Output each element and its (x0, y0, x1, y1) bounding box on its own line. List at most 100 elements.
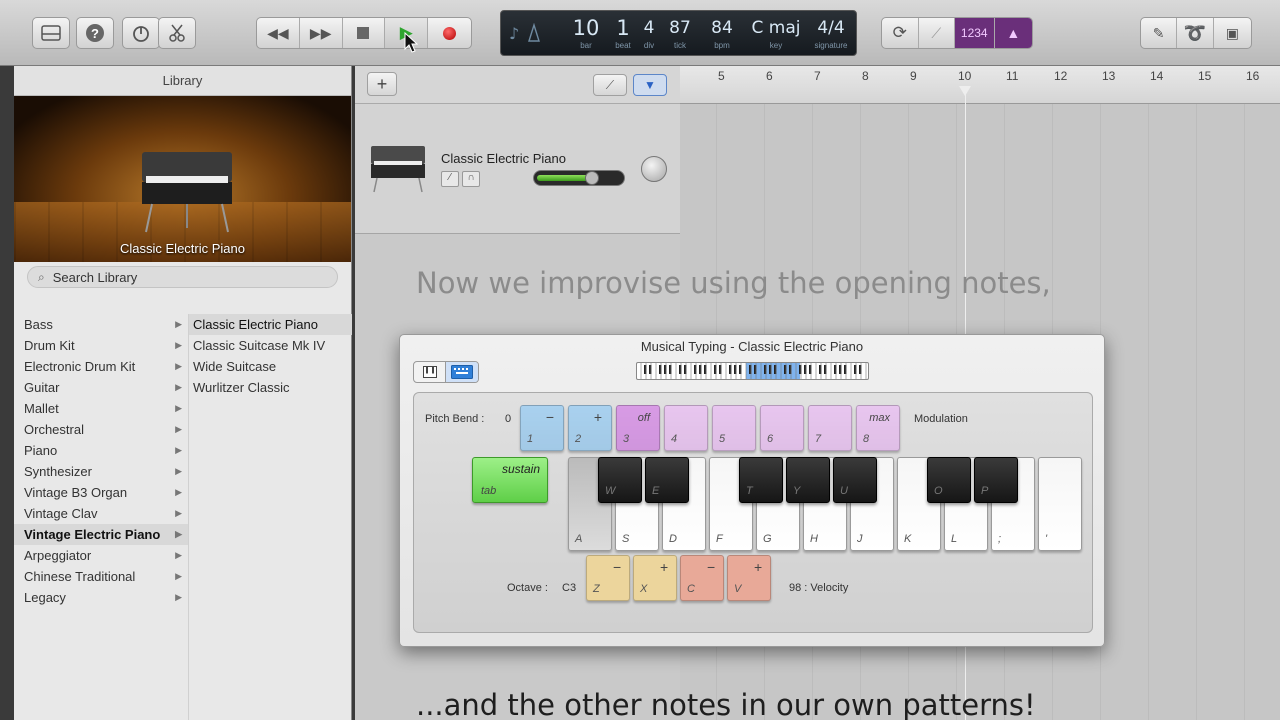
grid-line (1196, 104, 1197, 720)
playhead-handle-icon[interactable] (959, 86, 971, 96)
forward-button[interactable]: ▶▶ (300, 18, 343, 48)
number-key-2[interactable]: +2 (568, 405, 612, 451)
media-browser-button[interactable]: ▣ (1214, 18, 1251, 48)
black-key-7[interactable]: P (974, 457, 1018, 503)
stop-button[interactable] (343, 18, 386, 48)
sustain-key[interactable]: sustain tab (472, 457, 548, 503)
automation-icon: ⟋ (605, 78, 615, 92)
smart-controls-button[interactable] (122, 17, 160, 49)
volume-handle[interactable] (585, 171, 599, 185)
key-function-label: + (754, 559, 763, 575)
black-key-6[interactable]: O (927, 457, 971, 503)
number-key-8[interactable]: max 8 (856, 405, 900, 451)
library-category[interactable]: Vintage Electric Piano ▶ (14, 524, 188, 545)
number-key-6[interactable]: 6 (760, 405, 804, 451)
key-letter: V (734, 583, 742, 595)
filter-icon: ▼ (644, 78, 656, 92)
track-row[interactable]: Classic Electric Piano ⁄ ∩ (355, 104, 680, 234)
add-track-button[interactable]: + (367, 72, 397, 96)
library-category[interactable]: Bass ▶ (14, 314, 188, 335)
white-key-11[interactable]: ' (1038, 457, 1082, 551)
typing-mode-button[interactable] (446, 362, 478, 382)
key-letter: 2 (575, 433, 582, 445)
ruler-bar-number: 9 (910, 69, 917, 83)
automation-button[interactable]: ⟋ (593, 74, 627, 96)
black-key-4[interactable]: Y (786, 457, 830, 503)
mini-keyboard-icon (640, 363, 867, 379)
editors-button[interactable] (158, 17, 196, 49)
black-key-3[interactable]: T (739, 457, 783, 503)
library-category[interactable]: Piano ▶ (14, 440, 188, 461)
count-in-label: 1234 (960, 26, 988, 40)
lcd-tempo[interactable]: 84 bpm (707, 15, 737, 50)
tuner-button[interactable]: ⟋ (919, 18, 956, 48)
library-category[interactable]: Synthesizer ▶ (14, 461, 188, 482)
library-patch[interactable]: Wide Suitcase (189, 356, 352, 377)
black-key-5[interactable]: U (833, 457, 877, 503)
lcd-display[interactable]: ♪ 10 bar 1 beat 4 div 87 tick 84 bpm C maj key… (500, 10, 857, 56)
octave-key-c[interactable]: − C (680, 555, 724, 601)
notepad-button[interactable]: ✎ (1141, 18, 1178, 48)
library-category[interactable]: Electronic Drum Kit ▶ (14, 356, 188, 377)
key-letter: Y (793, 485, 801, 497)
black-key-2[interactable]: E (645, 457, 689, 503)
ruler-bar-number: 15 (1198, 69, 1212, 83)
ruler-bar-number: 13 (1102, 69, 1116, 83)
ruler-bar-number: 8 (862, 69, 869, 83)
library-category[interactable]: Chinese Traditional ▶ (14, 566, 188, 587)
pan-knob[interactable] (641, 156, 667, 182)
library-patch[interactable]: Classic Electric Piano (189, 314, 352, 335)
lcd-key[interactable]: C maj key (751, 15, 801, 50)
help-button[interactable]: ? (76, 17, 114, 49)
number-key-7[interactable]: 7 (808, 405, 852, 451)
transport-controls: ◀◀ ▶▶ ▶ (256, 17, 472, 49)
search-placeholder: Search Library (52, 269, 138, 285)
signature-value: 4/4 (817, 18, 845, 38)
caption-line-1: Now we improvise using the opening notes… (416, 266, 1051, 300)
disclosure-arrow-icon: ▶ (175, 571, 182, 581)
key-function-label: − (613, 559, 622, 575)
library-patch[interactable]: Wurlitzer Classic (189, 377, 352, 398)
pitch-bend-label: Pitch Bend : (425, 413, 485, 425)
library-category[interactable]: Vintage Clav ▶ (14, 503, 188, 524)
disclosure-arrow-icon: ▶ (175, 403, 182, 413)
library-category[interactable]: Arpeggiator ▶ (14, 545, 188, 566)
number-key-3[interactable]: off 3 (616, 405, 660, 451)
rewind-button[interactable]: ◀◀ (257, 18, 300, 48)
library-category[interactable]: Guitar ▶ (14, 377, 188, 398)
number-key-5[interactable]: 5 (712, 405, 756, 451)
catch-playhead-button[interactable]: ▼ (633, 74, 667, 96)
number-key-4[interactable]: 4 (664, 405, 708, 451)
library-category[interactable]: Orchestral ▶ (14, 419, 188, 440)
library-category[interactable]: Drum Kit ▶ (14, 335, 188, 356)
loop-browser-button[interactable]: ➰ (1177, 18, 1214, 48)
library-category[interactable]: Legacy ▶ (14, 587, 188, 608)
count-in-button[interactable]: 1234 (955, 18, 995, 48)
keyboard-range-selector[interactable] (636, 362, 869, 380)
black-key-1[interactable]: W (598, 457, 642, 503)
cycle-button[interactable]: ⟳ (882, 18, 919, 48)
ruler[interactable]: 5 6 7 8 9 10 11 12 13 14 15 16 (680, 66, 1280, 104)
record-button[interactable] (428, 18, 471, 48)
disclosure-arrow-icon: ▶ (175, 508, 182, 518)
track-name[interactable]: Classic Electric Piano (441, 151, 566, 166)
library-toggle-button[interactable] (32, 17, 70, 49)
volume-slider[interactable] (533, 170, 625, 186)
octave-key-v[interactable]: + V (727, 555, 771, 601)
lcd-signature[interactable]: 4/4 signature (808, 15, 854, 50)
library-patch[interactable]: Classic Suitcase Mk IV (189, 335, 352, 356)
piano-mode-button[interactable] (414, 362, 447, 382)
solo-button[interactable]: ∩ (462, 171, 480, 187)
lcd-tick: 87 tick (665, 15, 695, 50)
record-icon (443, 26, 457, 40)
library-category[interactable]: Mallet ▶ (14, 398, 188, 419)
mute-button[interactable]: ⁄ (441, 171, 459, 187)
octave-key-z[interactable]: − Z (586, 555, 630, 601)
key-letter: D (669, 533, 677, 545)
octave-key-x[interactable]: + X (633, 555, 677, 601)
library-category[interactable]: Vintage B3 Organ ▶ (14, 482, 188, 503)
number-key-1[interactable]: −1 (520, 405, 564, 451)
tab-label: tab (481, 485, 497, 497)
library-search-field[interactable]: ⌕ Search Library (27, 266, 338, 288)
metronome-button[interactable]: ▲ (994, 18, 1032, 48)
